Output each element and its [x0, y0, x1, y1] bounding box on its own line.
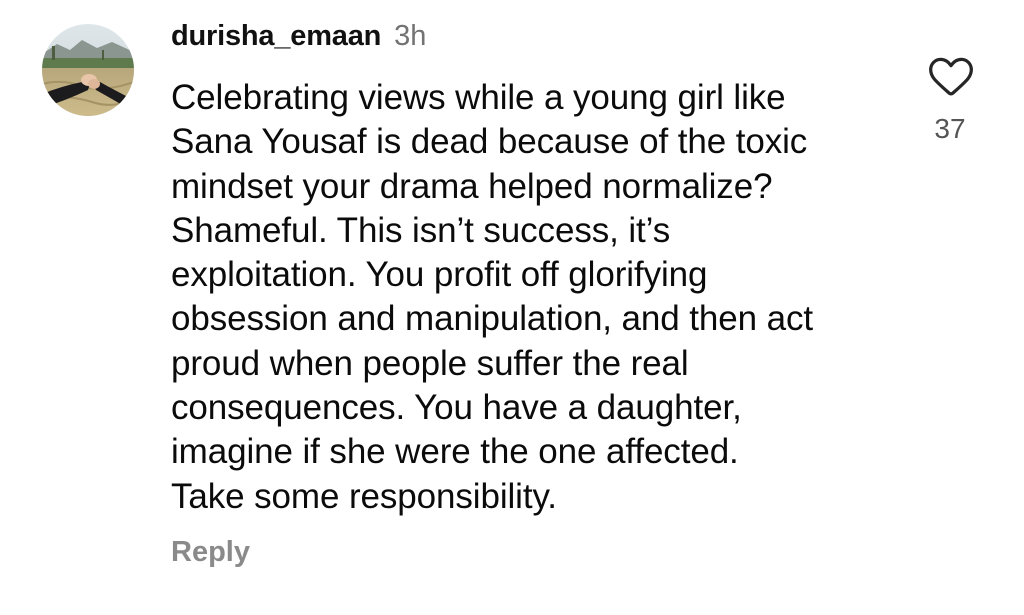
comment-text-line: Take some responsibility. [171, 476, 557, 516]
comment-text-line: Sana Yousaf is dead because of the toxic [171, 122, 808, 162]
comment-text-line: mindset your drama helped normalize? [171, 166, 773, 206]
like-button[interactable] [928, 54, 974, 98]
timestamp: 3h [394, 20, 427, 52]
avatar[interactable] [42, 24, 134, 116]
comment-header: durisha_emaan 3h [171, 20, 426, 56]
comment-text-line: exploitation. You profit off glorifying [171, 255, 708, 295]
reply-button[interactable]: Reply [171, 536, 250, 569]
comment-text-line: Celebrating views while a young girl lik… [171, 78, 786, 117]
comment-text: Celebrating views while a young girl lik… [171, 76, 901, 519]
like-count: 37 [934, 113, 966, 144]
avatar-image [42, 24, 134, 116]
username[interactable]: durisha_emaan [171, 20, 381, 53]
comment-text-line: Shameful. This isn’t success, it’s [171, 210, 671, 250]
comment-text-line: proud when people suffer the real [171, 343, 689, 383]
comment-text-line: imagine if she were the one affected. [171, 432, 739, 472]
comment-item: durisha_emaan 3h Celebrating views while… [0, 0, 1024, 615]
comment-text-line: consequences. You have a daughter, [171, 388, 742, 428]
heart-outline-icon [929, 57, 973, 96]
comment-text-line: obsession and manipulation, and then act [171, 299, 814, 339]
